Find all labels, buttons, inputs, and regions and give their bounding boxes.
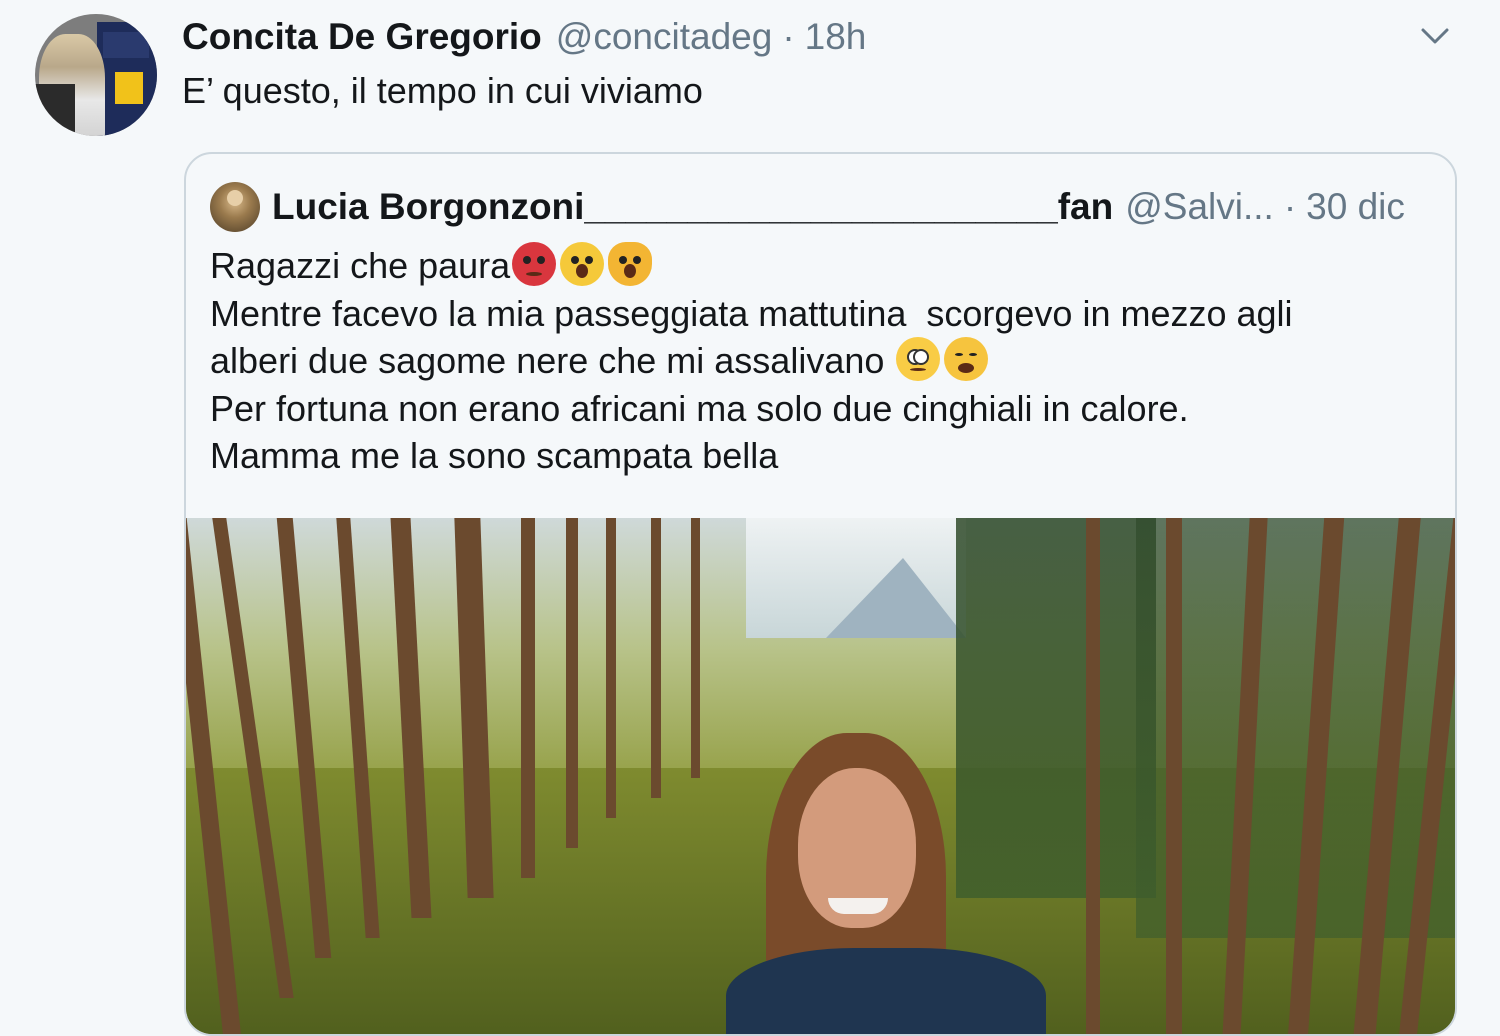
separator-dot: · <box>1283 186 1297 227</box>
quoted-author-handle: @Salvi... <box>1125 186 1274 227</box>
tweet-text: E’ questo, il tempo in cui viviamo <box>182 70 703 111</box>
pouting-face-icon <box>512 242 557 286</box>
tweet-time[interactable]: 18h <box>805 16 867 58</box>
quoted-line-3: alberi due sagome nere che mi assalivano <box>210 340 895 381</box>
quoted-author-name: Lucia Borgonzoni_______________________f… <box>272 186 1114 227</box>
quoted-tweet-time: 30 dic <box>1306 186 1405 227</box>
tweet-header: Concita De Gregorio @concitadeg · 18h <box>182 16 866 62</box>
person-jacket <box>726 948 1046 1034</box>
quoted-line-4: Per fortuna non erano africani ma solo d… <box>210 387 1189 429</box>
author-handle[interactable]: @concitadeg <box>556 16 773 58</box>
loudly-crying-face-icon <box>944 337 989 381</box>
tweet: Concita De Gregorio @concitadeg · 18h E’… <box>0 0 1500 1036</box>
quoted-tweet-photo[interactable] <box>186 518 1455 1034</box>
weary-cat-face-icon <box>608 242 653 286</box>
chevron-down-icon[interactable] <box>1420 26 1450 46</box>
quoted-line-5: Mamma me la sono scampata bella <box>210 435 779 476</box>
quoted-tweet-text: Ragazzi che paura Mentre facevo la mia p… <box>210 242 1293 480</box>
face-screaming-in-fear-icon <box>560 242 605 286</box>
quoted-tweet-header: Lucia Borgonzoni_______________________f… <box>210 182 1405 232</box>
separator-dot: · <box>782 16 795 57</box>
quoted-line-1: Ragazzi che paura <box>210 245 511 286</box>
quoted-line-2: Mentre facevo la mia passeggiata mattuti… <box>210 292 1293 334</box>
author-name[interactable]: Concita De Gregorio <box>182 16 542 58</box>
quoted-tweet[interactable]: Lucia Borgonzoni_______________________f… <box>184 152 1457 1036</box>
quoted-author-avatar <box>210 182 260 232</box>
author-avatar[interactable] <box>35 14 157 136</box>
flushed-face-icon <box>896 337 941 381</box>
avatar-book <box>97 22 157 136</box>
